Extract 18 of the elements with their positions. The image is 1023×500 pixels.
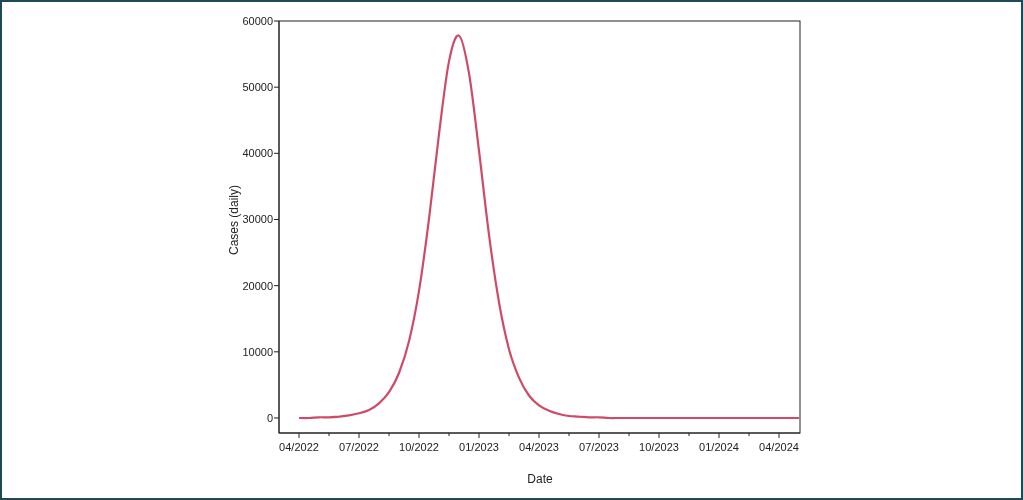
tick-label: 04/2023 bbox=[519, 441, 559, 453]
tick-label: 10000 bbox=[242, 345, 273, 358]
tick-label: 07/2022 bbox=[339, 441, 379, 453]
tick-label: 10/2022 bbox=[399, 441, 439, 453]
tick-label: 01/2023 bbox=[459, 441, 499, 453]
tick-label: 01/2024 bbox=[699, 441, 739, 453]
tick-label: 60000 bbox=[242, 15, 273, 27]
tick-label: 50000 bbox=[242, 81, 273, 94]
tick-label: 20000 bbox=[242, 279, 273, 292]
tick-label: 0 bbox=[266, 412, 273, 424]
axis-label: Date bbox=[527, 472, 553, 486]
tick-label: 30000 bbox=[242, 213, 273, 226]
tick-label: 04/2022 bbox=[279, 441, 319, 453]
tick-label: 04/2024 bbox=[759, 441, 799, 453]
tick-label: 07/2023 bbox=[579, 441, 619, 453]
tick-label: 10/2023 bbox=[639, 441, 679, 453]
tick-label: 40000 bbox=[242, 147, 273, 160]
axis-label: Cases (daily) bbox=[227, 185, 241, 255]
